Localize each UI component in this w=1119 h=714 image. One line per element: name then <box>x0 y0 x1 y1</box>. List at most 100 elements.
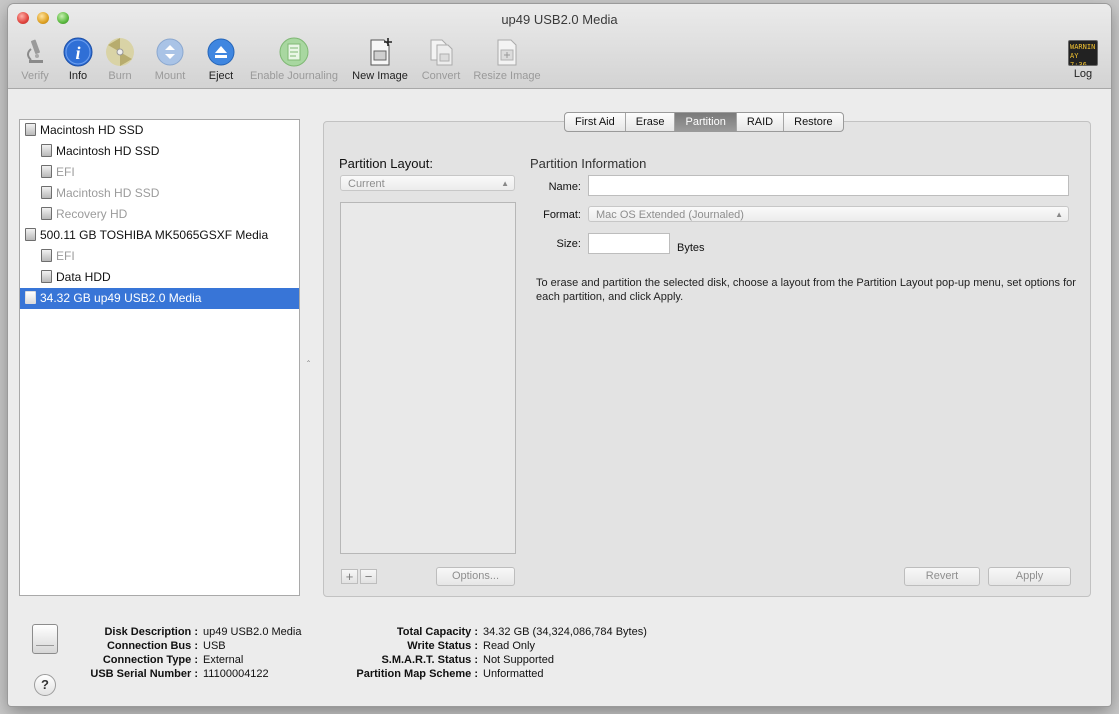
sidebar-item-label: Macintosh HD SSD <box>56 144 160 158</box>
info-value: Read Only <box>483 640 535 652</box>
burn-button[interactable]: Burn <box>103 36 137 84</box>
sidebar-item-toshiba-drive[interactable]: 500.11 GB TOSHIBA MK5065GSXF Media <box>20 225 299 246</box>
log-icon-line-2: AY 7:36 <box>1070 52 1087 66</box>
info-key: Partition Map Scheme : <box>356 668 478 680</box>
tab-raid[interactable]: RAID <box>735 113 783 131</box>
info-key: Total Capacity : <box>396 626 478 638</box>
disk-list-sidebar[interactable]: Macintosh HD SSD Macintosh HD SSD EFI Ma… <box>19 119 300 596</box>
remove-partition-button[interactable]: − <box>360 569 377 584</box>
write-status-row: Write Status : Read Only <box>330 639 647 653</box>
tab-erase[interactable]: Erase <box>624 113 675 131</box>
partition-layout-title: Partition Layout: <box>339 156 433 171</box>
info-value: Unformatted <box>483 668 544 680</box>
partition-layout-popup[interactable]: Current ▲ <box>340 175 515 191</box>
convert-label: Convert <box>421 70 461 82</box>
eject-icon <box>207 38 235 66</box>
tab-restore[interactable]: Restore <box>783 113 843 131</box>
volume-icon <box>41 207 52 220</box>
new-image-label: New Image <box>352 70 408 82</box>
sidebar-item-label: Macintosh HD SSD <box>56 186 160 200</box>
add-partition-button[interactable]: + <box>341 569 358 584</box>
microscope-icon <box>27 39 43 63</box>
sidebar-item-macintosh-hd-ssd-hidden[interactable]: Macintosh HD SSD <box>20 183 299 204</box>
format-value: Mac OS Extended (Journaled) <box>596 209 744 221</box>
info-button[interactable]: i Info <box>62 36 94 84</box>
svg-text:i: i <box>75 43 80 63</box>
drive-icon <box>25 291 36 304</box>
sidebar-item-data-hdd[interactable]: Data HDD <box>20 267 299 288</box>
resize-image-button[interactable]: Resize Image <box>471 36 543 84</box>
options-button[interactable]: Options... <box>436 567 515 586</box>
burn-disc-icon <box>106 38 134 66</box>
size-label: Size: <box>556 238 581 250</box>
tab-bar: First Aid Erase Partition RAID Restore <box>564 112 844 132</box>
mount-button[interactable]: Mount <box>152 36 188 84</box>
popup-arrows-icon: ▲ <box>1055 210 1063 219</box>
size-units-label: Bytes <box>677 242 705 254</box>
new-image-button[interactable]: New Image <box>349 36 411 84</box>
info-icon: i <box>63 37 93 67</box>
sidebar-item-label: Macintosh HD SSD <box>40 123 144 137</box>
revert-button[interactable]: Revert <box>904 567 980 586</box>
convert-button[interactable]: Convert <box>418 36 464 84</box>
volume-icon <box>41 144 52 157</box>
eject-button[interactable]: Eject <box>205 36 237 84</box>
sidebar-item-up49-usb-media[interactable]: 34.32 GB up49 USB2.0 Media <box>20 288 299 309</box>
info-value: USB <box>203 640 226 652</box>
info-key: Write Status : <box>407 640 478 652</box>
usb-serial-row: USB Serial Number : 11100004122 <box>70 667 301 681</box>
sidebar-item-macintosh-hd-ssd-volume[interactable]: Macintosh HD SSD <box>20 141 299 162</box>
partition-help-text: To erase and partition the selected disk… <box>536 277 1076 303</box>
partition-layout-diagram[interactable] <box>340 202 516 554</box>
enable-journaling-button[interactable]: Enable Journaling <box>247 36 341 84</box>
info-value: External <box>203 654 244 666</box>
sidebar-item-label: Recovery HD <box>56 207 128 221</box>
sidebar-item-label: EFI <box>56 165 75 179</box>
resize-image-icon <box>497 39 517 66</box>
title-toolbar-area: up49 USB2.0 Media Verify i Info Burn Mou… <box>8 4 1111 89</box>
format-label: Format: <box>543 209 581 221</box>
sidebar-item-macintosh-hd-ssd-drive[interactable]: Macintosh HD SSD <box>20 120 299 141</box>
info-key: USB Serial Number : <box>90 668 198 680</box>
format-popup[interactable]: Mac OS Extended (Journaled) ▲ <box>588 206 1069 222</box>
apply-button[interactable]: Apply <box>988 567 1071 586</box>
connection-type-row: Connection Type : External <box>70 653 301 667</box>
info-value: Not Supported <box>483 654 554 666</box>
info-value: 34.32 GB (34,324,086,784 Bytes) <box>483 626 647 638</box>
mount-label: Mount <box>154 70 186 82</box>
new-image-icon <box>370 38 392 66</box>
verify-button[interactable]: Verify <box>18 36 52 84</box>
tab-first-aid[interactable]: First Aid <box>565 113 625 131</box>
drive-icon <box>25 123 36 136</box>
enable-journaling-label: Enable Journaling <box>249 70 339 82</box>
convert-icon <box>430 39 453 66</box>
tab-partition[interactable]: Partition <box>674 113 736 131</box>
volume-icon <box>41 165 52 178</box>
sidebar-item-recovery-hd[interactable]: Recovery HD <box>20 204 299 225</box>
info-value: 11100004122 <box>203 668 269 680</box>
disk-info-left: Disk Description : up49 USB2.0 Media Conn… <box>70 625 301 681</box>
connection-bus-row: Connection Bus : USB <box>70 639 301 653</box>
split-view-handle[interactable]: ‸ <box>307 352 315 362</box>
name-field[interactable] <box>588 175 1069 196</box>
log-icon-line-1: WARNIN <box>1070 43 1096 51</box>
log-button[interactable]: WARNIN AY 7:36 Log <box>1066 36 1100 84</box>
sidebar-item-label: 34.32 GB up49 USB2.0 Media <box>40 291 202 305</box>
sidebar-item-label: EFI <box>56 249 75 263</box>
info-key: S.M.A.R.T. Status : <box>381 654 478 666</box>
sidebar-item-efi[interactable]: EFI <box>20 162 299 183</box>
partition-map-row: Partition Map Scheme : Unformatted <box>330 667 647 681</box>
partition-layout-value: Current <box>348 178 385 190</box>
journaling-icon <box>279 37 309 67</box>
disk-info-right: Total Capacity : 34.32 GB (34,324,086,784… <box>330 625 647 681</box>
info-value: up49 USB2.0 Media <box>203 626 302 638</box>
size-field[interactable] <box>588 233 670 254</box>
help-button[interactable]: ? <box>34 674 56 696</box>
popup-arrows-icon: ▲ <box>501 179 509 188</box>
volume-icon <box>41 270 52 283</box>
window-title: up49 USB2.0 Media <box>501 12 618 27</box>
volume-icon <box>41 186 52 199</box>
sidebar-item-efi-2[interactable]: EFI <box>20 246 299 267</box>
partition-information-title: Partition Information <box>530 156 647 171</box>
info-label: Info <box>68 70 88 82</box>
